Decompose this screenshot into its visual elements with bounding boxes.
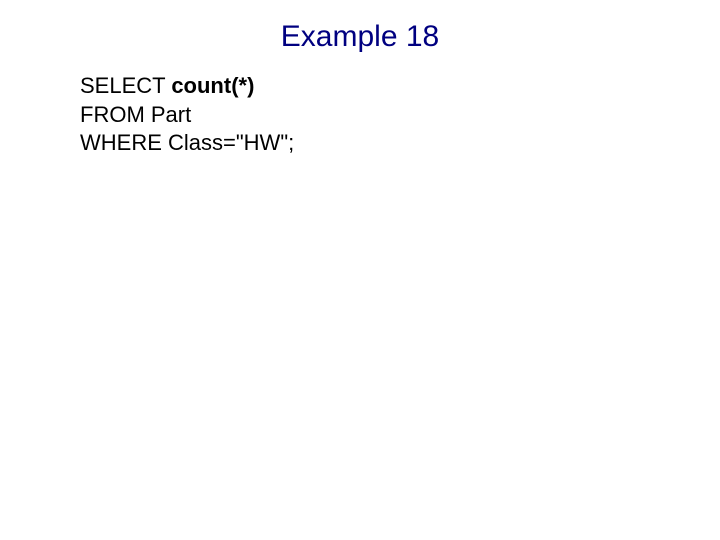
code-line-1: SELECT count(*) [80, 72, 720, 101]
slide-container: Example 18 SELECT count(*) FROM Part WHE… [0, 0, 720, 540]
slide-title: Example 18 [0, 20, 720, 54]
code-line-2: FROM Part [80, 101, 720, 130]
count-function: count(*) [171, 73, 254, 98]
sql-code-block: SELECT count(*) FROM Part WHERE Class="H… [80, 72, 720, 158]
select-keyword: SELECT [80, 73, 171, 98]
code-line-3: WHERE Class="HW"; [80, 129, 720, 158]
